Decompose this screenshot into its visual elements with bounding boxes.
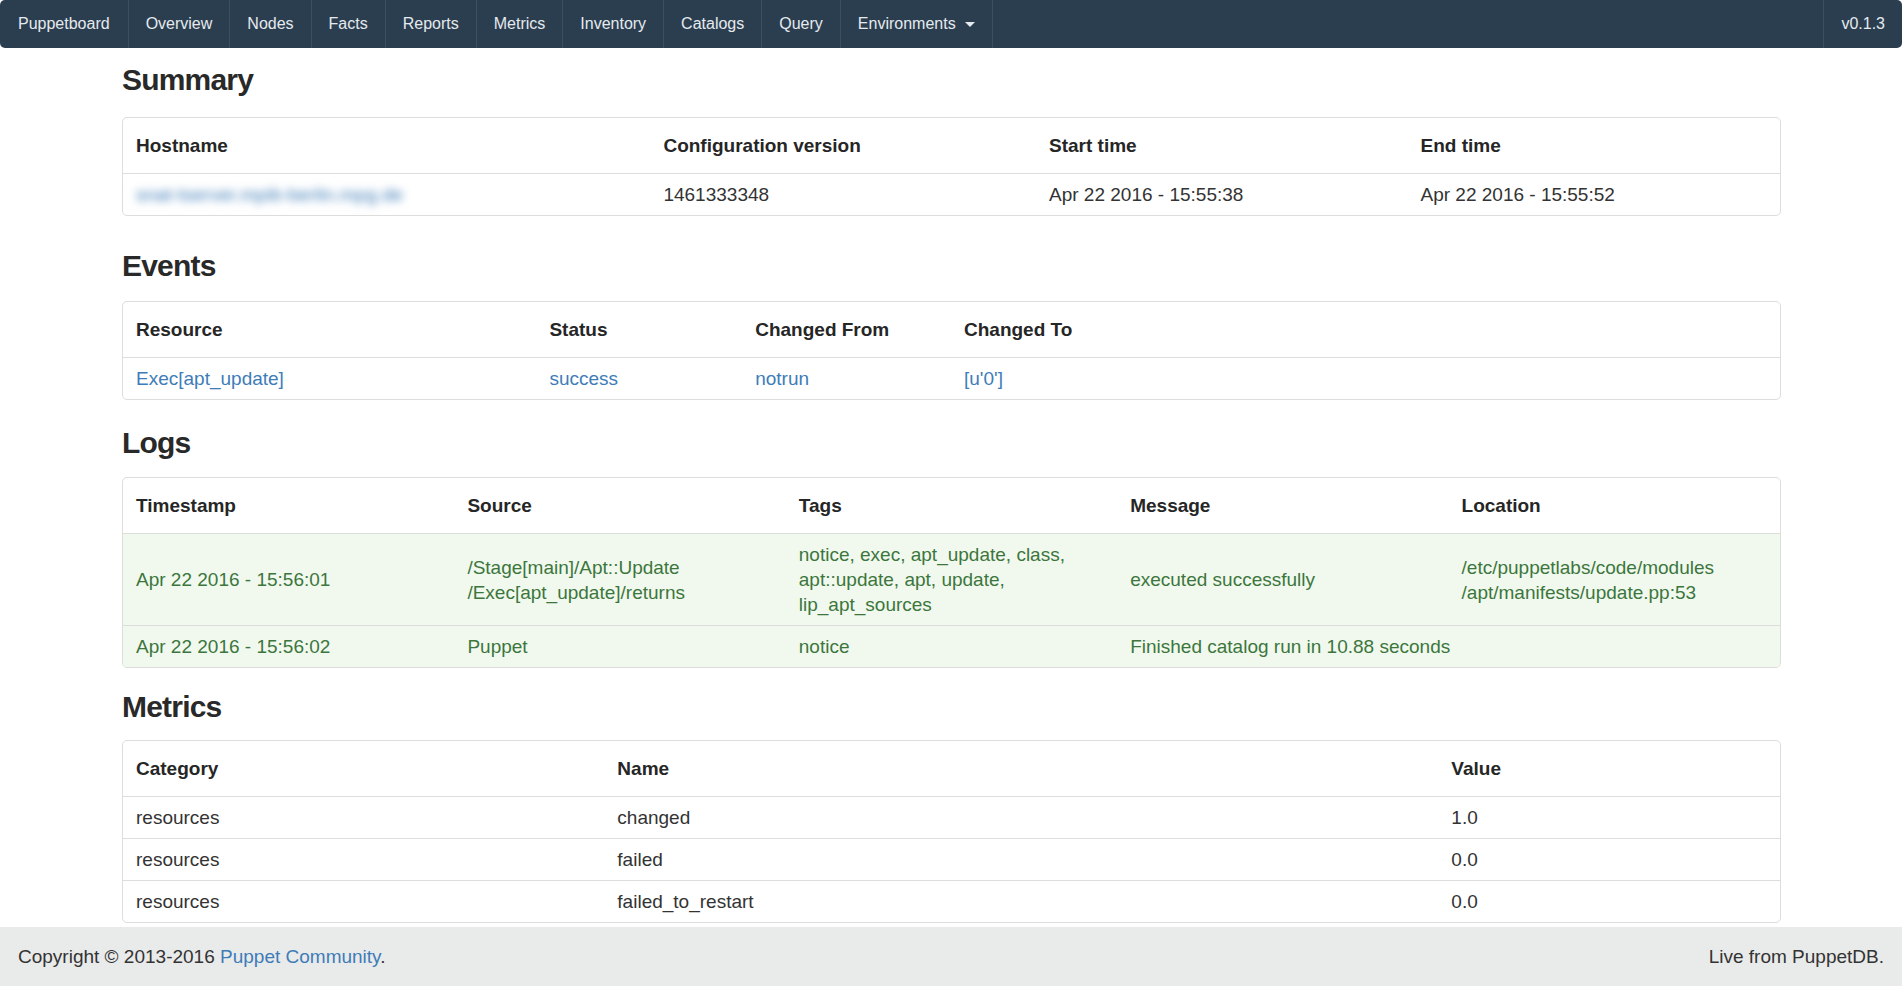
summary-col-start-time: Start time xyxy=(1036,118,1407,174)
log-message-cell: executed successfully xyxy=(1117,534,1448,626)
navbar: Puppetboard Overview Nodes Facts Reports… xyxy=(0,0,1902,48)
metric-name-cell: failed_to_restart xyxy=(604,881,1438,923)
metric-name-cell: failed xyxy=(604,839,1438,881)
metric-category-cell: resources xyxy=(123,797,604,839)
metric-row: resources changed 1.0 xyxy=(123,797,1780,839)
summary-table-wrap: Hostname Configuration version Start tim… xyxy=(122,117,1781,216)
log-location-cell: /etc/puppetlabs/code/modules /apt/manife… xyxy=(1449,534,1780,626)
log-source-cell: Puppet xyxy=(454,626,785,668)
metric-category-cell: resources xyxy=(123,839,604,881)
events-col-changed-from: Changed From xyxy=(742,302,951,358)
version-label: v0.1.3 xyxy=(1823,0,1902,48)
log-timestamp-cell: Apr 22 2016 - 15:56:02 xyxy=(123,626,454,668)
logs-table: Timestamp Source Tags Message Location A… xyxy=(123,478,1780,667)
log-row: Apr 22 2016 - 15:56:02 Puppet notice Fin… xyxy=(123,626,1780,668)
events-table-wrap: Resource Status Changed From Changed To … xyxy=(122,301,1781,400)
nav-item-facts[interactable]: Facts xyxy=(312,0,386,48)
end-time-cell: Apr 22 2016 - 15:55:52 xyxy=(1407,174,1780,216)
footer-right-text: Live from PuppetDB. xyxy=(1709,946,1884,968)
nav-item-overview[interactable]: Overview xyxy=(129,0,231,48)
logs-col-location: Location xyxy=(1449,478,1780,534)
event-changed-from-link[interactable]: notrun xyxy=(755,368,809,389)
nav-item-query[interactable]: Query xyxy=(762,0,841,48)
logs-col-message: Message xyxy=(1117,478,1448,534)
metric-name-cell: changed xyxy=(604,797,1438,839)
event-resource-link[interactable]: Exec[apt_update] xyxy=(136,368,284,389)
metrics-col-name: Name xyxy=(604,741,1438,797)
metric-value-cell: 0.0 xyxy=(1438,881,1780,923)
metrics-heading: Metrics xyxy=(122,690,1781,724)
events-heading: Events xyxy=(122,249,1781,283)
logs-col-timestamp: Timestamp xyxy=(123,478,454,534)
metric-row: resources failed 0.0 xyxy=(123,839,1780,881)
footer-copyright-period: . xyxy=(380,946,385,967)
footer: Copyright © 2013-2016 Puppet Community. … xyxy=(0,927,1902,986)
hostname-link[interactable]: snat-tserver.mpib-berlin.mpg.de xyxy=(136,184,403,205)
footer-copyright: Copyright © 2013-2016 Puppet Community. xyxy=(18,946,385,968)
log-source-cell: /Stage[main]/Apt::Update /Exec[apt_updat… xyxy=(454,534,785,626)
metric-value-cell: 0.0 xyxy=(1438,839,1780,881)
events-table: Resource Status Changed From Changed To … xyxy=(123,302,1780,399)
metric-row: resources failed_to_restart 0.0 xyxy=(123,881,1780,923)
events-col-changed-to: Changed To xyxy=(951,302,1780,358)
metrics-col-category: Category xyxy=(123,741,604,797)
events-row: Exec[apt_update] success notrun [u'0'] xyxy=(123,358,1780,400)
navbar-left-group: Puppetboard Overview Nodes Facts Reports… xyxy=(0,0,993,48)
nav-item-reports[interactable]: Reports xyxy=(386,0,477,48)
start-time-cell: Apr 22 2016 - 15:55:38 xyxy=(1036,174,1407,216)
nav-item-nodes[interactable]: Nodes xyxy=(230,0,311,48)
log-tags-cell: notice, exec, apt_update, class, apt::up… xyxy=(786,534,1117,626)
metric-category-cell: resources xyxy=(123,881,604,923)
event-status-link[interactable]: success xyxy=(549,368,618,389)
logs-col-source: Source xyxy=(454,478,785,534)
logs-col-tags: Tags xyxy=(786,478,1117,534)
log-tags-cell: notice xyxy=(786,626,1117,668)
events-col-status: Status xyxy=(536,302,742,358)
summary-col-config-version: Configuration version xyxy=(650,118,1036,174)
nav-item-inventory[interactable]: Inventory xyxy=(563,0,664,48)
log-message-cell: Finished catalog run in 10.88 seconds xyxy=(1117,626,1448,668)
puppet-community-link[interactable]: Puppet Community xyxy=(220,946,380,967)
log-timestamp-cell: Apr 22 2016 - 15:56:01 xyxy=(123,534,454,626)
nav-dropdown-environments-label: Environments xyxy=(858,15,956,33)
navbar-brand[interactable]: Puppetboard xyxy=(0,0,129,48)
nav-item-catalogs[interactable]: Catalogs xyxy=(664,0,762,48)
summary-col-hostname: Hostname xyxy=(123,118,650,174)
summary-table: Hostname Configuration version Start tim… xyxy=(123,118,1780,215)
nav-dropdown-environments[interactable]: Environments xyxy=(841,0,993,48)
navbar-right-group: v0.1.3 xyxy=(1823,0,1902,48)
log-location-cell xyxy=(1449,626,1780,668)
chevron-down-icon xyxy=(965,22,975,27)
logs-heading: Logs xyxy=(122,426,1781,460)
event-changed-to-link[interactable]: [u'0'] xyxy=(964,368,1003,389)
metrics-table: Category Name Value resources changed 1.… xyxy=(123,741,1780,922)
log-row: Apr 22 2016 - 15:56:01 /Stage[main]/Apt:… xyxy=(123,534,1780,626)
main-content: Summary Hostname Configuration version S… xyxy=(122,63,1781,923)
events-col-resource: Resource xyxy=(123,302,536,358)
logs-table-wrap: Timestamp Source Tags Message Location A… xyxy=(122,477,1781,668)
config-version-cell: 1461333348 xyxy=(650,174,1036,216)
metrics-col-value: Value xyxy=(1438,741,1780,797)
metrics-table-wrap: Category Name Value resources changed 1.… xyxy=(122,740,1781,923)
metric-value-cell: 1.0 xyxy=(1438,797,1780,839)
footer-copyright-text: Copyright © 2013-2016 xyxy=(18,946,220,967)
summary-heading: Summary xyxy=(122,63,1781,97)
summary-row: snat-tserver.mpib-berlin.mpg.de 14613333… xyxy=(123,174,1780,216)
summary-col-end-time: End time xyxy=(1407,118,1780,174)
nav-item-metrics[interactable]: Metrics xyxy=(477,0,564,48)
